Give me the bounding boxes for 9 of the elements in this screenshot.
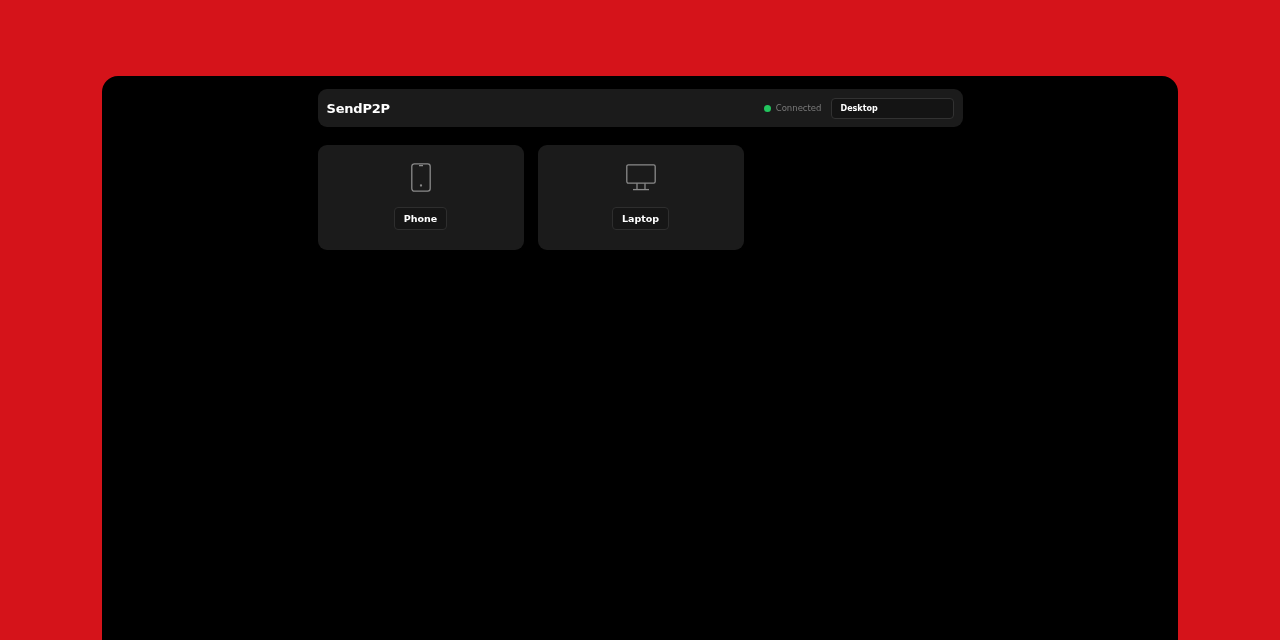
phone-icon (410, 163, 431, 192)
device-name-field[interactable]: Desktop (830, 97, 954, 119)
device-button[interactable]: Laptop (611, 207, 670, 230)
monitor-icon (625, 164, 656, 191)
device-card[interactable]: Laptop (537, 145, 744, 250)
device-card[interactable]: Phone (317, 145, 524, 250)
app-title: SendP2P (326, 100, 390, 116)
connection-status: Connected (775, 103, 822, 113)
device-button[interactable]: Phone (393, 207, 448, 230)
